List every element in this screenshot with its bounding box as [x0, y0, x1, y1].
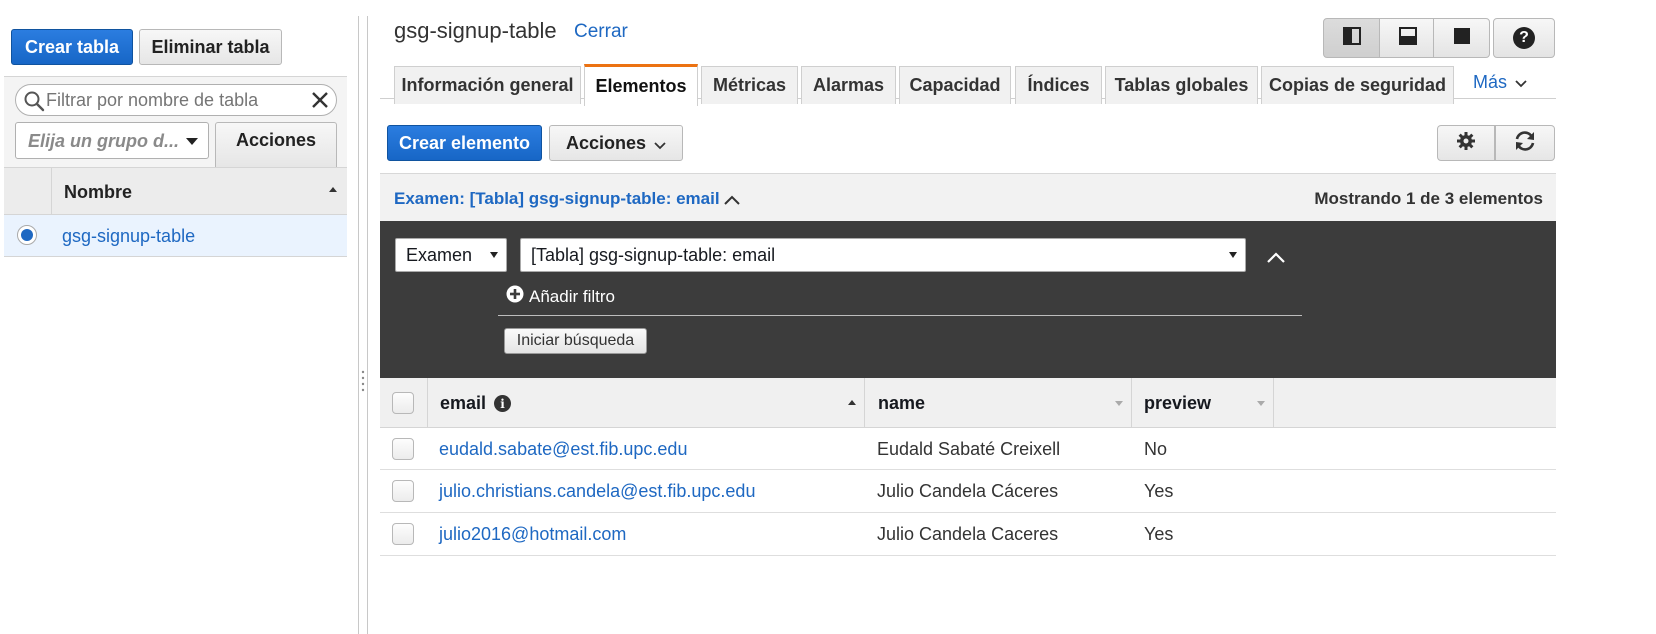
email-column-label: email — [440, 393, 487, 413]
sidebar-actions-label: Acciones — [235, 130, 317, 150]
tab-alarms[interactable]: Alarmas — [801, 66, 896, 104]
table-row[interactable]: eudald.sabate@est.fib.upc.edu Eudald Sab… — [380, 428, 1556, 470]
scan-mode-select[interactable]: Examen — [395, 238, 507, 272]
sidebar-table-header: Nombre — [4, 167, 347, 216]
sidebar-actions-button[interactable]: Acciones — [215, 122, 337, 167]
row-checkbox[interactable] — [392, 480, 414, 502]
tab-general-info[interactable]: Información general — [394, 66, 581, 104]
email-column-header[interactable]: email i — [440, 393, 512, 414]
splitter-grip-icon[interactable] — [361, 370, 365, 392]
row-checkbox[interactable] — [392, 438, 414, 460]
name-cell: Eudald Sabaté Creixell — [877, 439, 1061, 459]
filter-panel: Examen [Tabla] gsg-signup-table: email A… — [380, 221, 1556, 378]
gear-icon — [1456, 131, 1476, 156]
item-actions-button[interactable]: Acciones — [549, 125, 683, 161]
more-tabs-label: Más — [1473, 72, 1508, 92]
layout-split-vertical-button[interactable] — [1323, 18, 1380, 58]
tab-metrics[interactable]: Métricas — [701, 66, 798, 104]
scan-title[interactable]: Examen: [Tabla] gsg-signup-table: email — [394, 189, 720, 209]
item-actions-label: Acciones — [565, 132, 647, 153]
preview-cell: Yes — [1144, 481, 1174, 501]
panel-splitter[interactable] — [358, 16, 368, 634]
collapse-filter-icon[interactable] — [1267, 250, 1285, 268]
preview-cell: Yes — [1144, 524, 1174, 544]
split-vertical-icon — [1342, 26, 1361, 50]
group-select[interactable]: Elija un grupo d... — [15, 122, 209, 159]
refresh-icon — [1513, 130, 1537, 157]
create-table-button[interactable]: Crear tabla — [11, 29, 133, 65]
caret-down-icon — [490, 252, 498, 258]
full-panel-icon — [1453, 27, 1471, 50]
name-cell: Julio Candela Cáceres — [877, 481, 1059, 501]
table-filter-input[interactable] — [46, 88, 304, 112]
chevron-down-icon — [654, 134, 666, 155]
tab-indexes[interactable]: Índices — [1015, 66, 1102, 104]
settings-button[interactable] — [1437, 125, 1495, 161]
tab-backups[interactable]: Copias de seguridad — [1261, 66, 1454, 104]
scan-header: Examen: [Tabla] gsg-signup-table: email … — [380, 173, 1556, 221]
preview-column-header[interactable]: preview — [1144, 393, 1211, 414]
start-search-button[interactable]: Iniciar búsqueda — [504, 328, 647, 354]
caret-down-icon — [186, 138, 198, 145]
preview-cell: No — [1144, 439, 1168, 459]
chevron-down-icon — [1515, 75, 1527, 93]
sort-asc-icon[interactable] — [848, 400, 856, 405]
close-link[interactable]: Cerrar — [574, 21, 628, 43]
scan-mode-value: Examen — [406, 244, 473, 265]
plus-circle-icon — [506, 285, 524, 308]
table-name-link[interactable]: gsg-signup-table — [62, 226, 195, 247]
tab-capacity[interactable]: Capacidad — [899, 66, 1011, 104]
add-filter-button[interactable]: Añadir filtro — [506, 285, 615, 308]
tab-global-tables[interactable]: Tablas globales — [1105, 66, 1258, 104]
table-row[interactable]: julio.christians.candela@est.fib.upc.edu… — [380, 470, 1556, 513]
row-checkbox[interactable] — [392, 523, 414, 545]
scan-target-select[interactable]: [Tabla] gsg-signup-table: email — [520, 238, 1246, 272]
select-all-checkbox[interactable] — [392, 392, 414, 414]
info-icon[interactable]: i — [494, 395, 512, 412]
scan-target-value: [Tabla] gsg-signup-table: email — [531, 244, 776, 265]
group-select-placeholder: Elija un grupo d... — [28, 131, 179, 151]
name-cell: Julio Candela Caceres — [877, 524, 1059, 544]
caret-down-icon — [1229, 252, 1237, 258]
refresh-button[interactable] — [1495, 125, 1555, 161]
email-cell[interactable]: eudald.sabate@est.fib.upc.edu — [439, 439, 687, 460]
page-title: gsg-signup-table — [394, 18, 557, 43]
sort-desc-icon[interactable] — [1257, 401, 1265, 406]
table-filter-field[interactable] — [15, 84, 337, 116]
split-horizontal-icon — [1398, 26, 1417, 50]
layout-split-horizontal-button[interactable] — [1379, 18, 1436, 58]
table-row[interactable]: julio2016@hotmail.com Julio Candela Cace… — [380, 513, 1556, 556]
selected-radio[interactable] — [17, 225, 37, 245]
sidebar-column-header[interactable]: Nombre — [64, 182, 132, 203]
email-cell[interactable]: julio2016@hotmail.com — [439, 524, 626, 545]
delete-table-button[interactable]: Eliminar tabla — [139, 29, 282, 65]
items-table-header: email i name preview — [380, 378, 1556, 428]
layout-full-button[interactable] — [1433, 18, 1490, 58]
sidebar-table-row[interactable]: gsg-signup-table — [4, 215, 347, 257]
sort-desc-icon[interactable] — [1115, 401, 1123, 406]
name-column-header[interactable]: name — [878, 393, 925, 414]
tab-items[interactable]: Elementos — [584, 64, 698, 106]
help-button[interactable]: ? — [1493, 18, 1555, 58]
item-count-status: Mostrando 1 de 3 elementos — [1314, 189, 1543, 208]
sort-asc-icon[interactable] — [329, 187, 337, 192]
create-item-button[interactable]: Crear elemento — [387, 125, 542, 161]
search-icon — [23, 90, 45, 117]
chevron-up-icon[interactable] — [724, 192, 740, 210]
email-cell[interactable]: julio.christians.candela@est.fib.upc.edu — [439, 481, 755, 502]
add-filter-label: Añadir filtro — [529, 286, 615, 306]
filter-divider — [498, 315, 1302, 316]
more-tabs-dropdown[interactable]: Más — [1473, 72, 1527, 93]
help-icon: ? — [1513, 27, 1535, 49]
clear-filter-icon[interactable] — [310, 90, 330, 115]
